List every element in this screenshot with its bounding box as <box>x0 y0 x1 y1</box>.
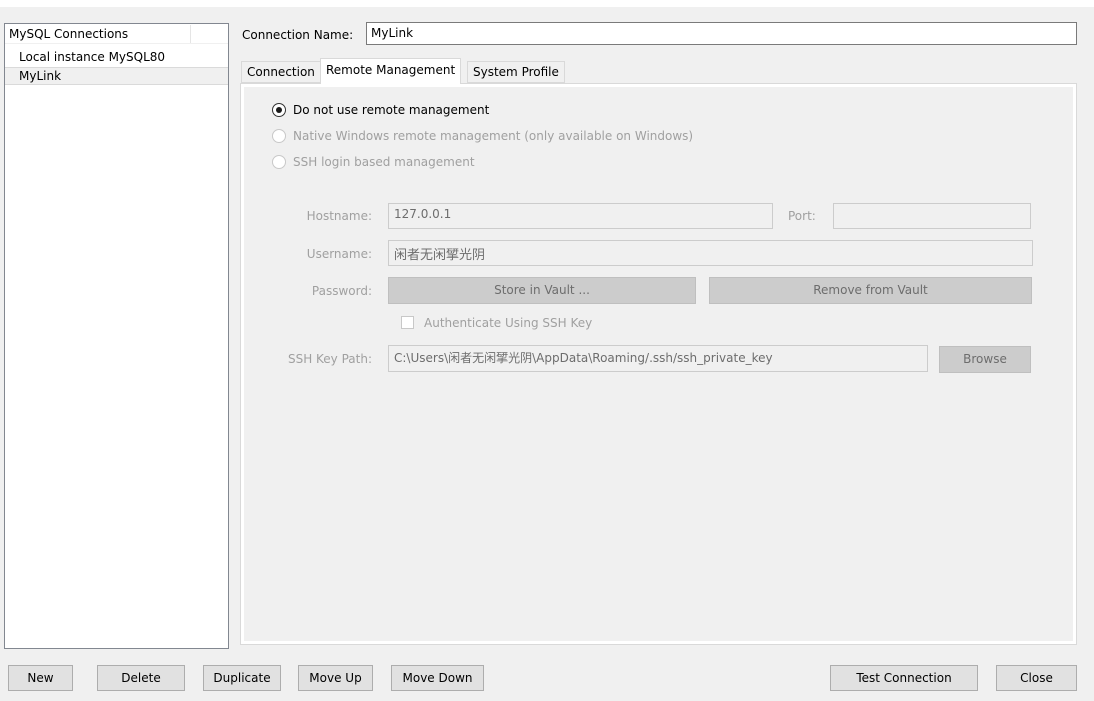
radio-no-remote[interactable]: Do not use remote management <box>272 102 572 120</box>
hostname-input[interactable]: 127.0.0.1 <box>388 203 773 229</box>
connection-item-local[interactable]: Local instance MySQL80 <box>5 48 228 66</box>
connection-name-input[interactable]: MyLink <box>366 22 1077 45</box>
radio-no-remote-label: Do not use remote management <box>293 103 490 117</box>
radio-ssh-login-label: SSH login based management <box>293 155 475 169</box>
connections-list-header: MySQL Connections <box>5 24 228 44</box>
username-input[interactable]: 闲者无闲揅光阴 <box>388 240 1033 266</box>
radio-native-windows-label: Native Windows remote management (only a… <box>293 129 694 143</box>
column-separator[interactable] <box>190 25 191 43</box>
tab-system-profile[interactable]: System Profile <box>467 61 565 83</box>
delete-button[interactable]: Delete <box>97 665 185 691</box>
radio-ssh-login[interactable]: SSH login based management <box>272 154 572 172</box>
port-input[interactable] <box>833 203 1031 229</box>
browse-button[interactable]: Browse <box>939 346 1031 373</box>
tab-remote-management[interactable]: Remote Management <box>320 58 462 84</box>
radio-native-windows[interactable]: Native Windows remote management (only a… <box>272 128 732 146</box>
tab-connection[interactable]: Connection <box>241 61 321 83</box>
move-up-button[interactable]: Move Up <box>298 665 373 691</box>
store-in-vault-button[interactable]: Store in Vault ... <box>388 277 696 304</box>
connection-name-label: Connection Name: <box>242 28 354 42</box>
username-label: Username: <box>306 247 372 261</box>
connection-item-mylink[interactable]: MyLink <box>5 67 228 85</box>
radio-unselected-icon[interactable] <box>272 129 286 143</box>
connections-list[interactable]: MySQL Connections Local instance MySQL80… <box>4 23 229 649</box>
ssh-key-path-input[interactable]: C:\Users\闲者无闲揅光阴\AppData\Roaming/.ssh/ss… <box>388 345 928 372</box>
port-label: Port: <box>788 209 816 223</box>
radio-selected-icon[interactable] <box>272 103 286 117</box>
auth-ssh-key-label: Authenticate Using SSH Key <box>424 316 593 330</box>
new-button[interactable]: New <box>8 665 73 691</box>
radio-unselected-icon[interactable] <box>272 155 286 169</box>
test-connection-button[interactable]: Test Connection <box>830 665 978 691</box>
connections-header-label: MySQL Connections <box>9 27 129 41</box>
password-label: Password: <box>311 284 372 298</box>
move-down-button[interactable]: Move Down <box>391 665 484 691</box>
close-button[interactable]: Close <box>996 665 1077 691</box>
auth-ssh-key-checkbox[interactable] <box>401 316 414 329</box>
hostname-label: Hostname: <box>306 209 372 223</box>
ssh-key-path-label: SSH Key Path: <box>287 352 372 366</box>
duplicate-button[interactable]: Duplicate <box>203 665 281 691</box>
window-top-strip <box>0 0 1094 7</box>
remove-from-vault-button[interactable]: Remove from Vault <box>709 277 1032 304</box>
